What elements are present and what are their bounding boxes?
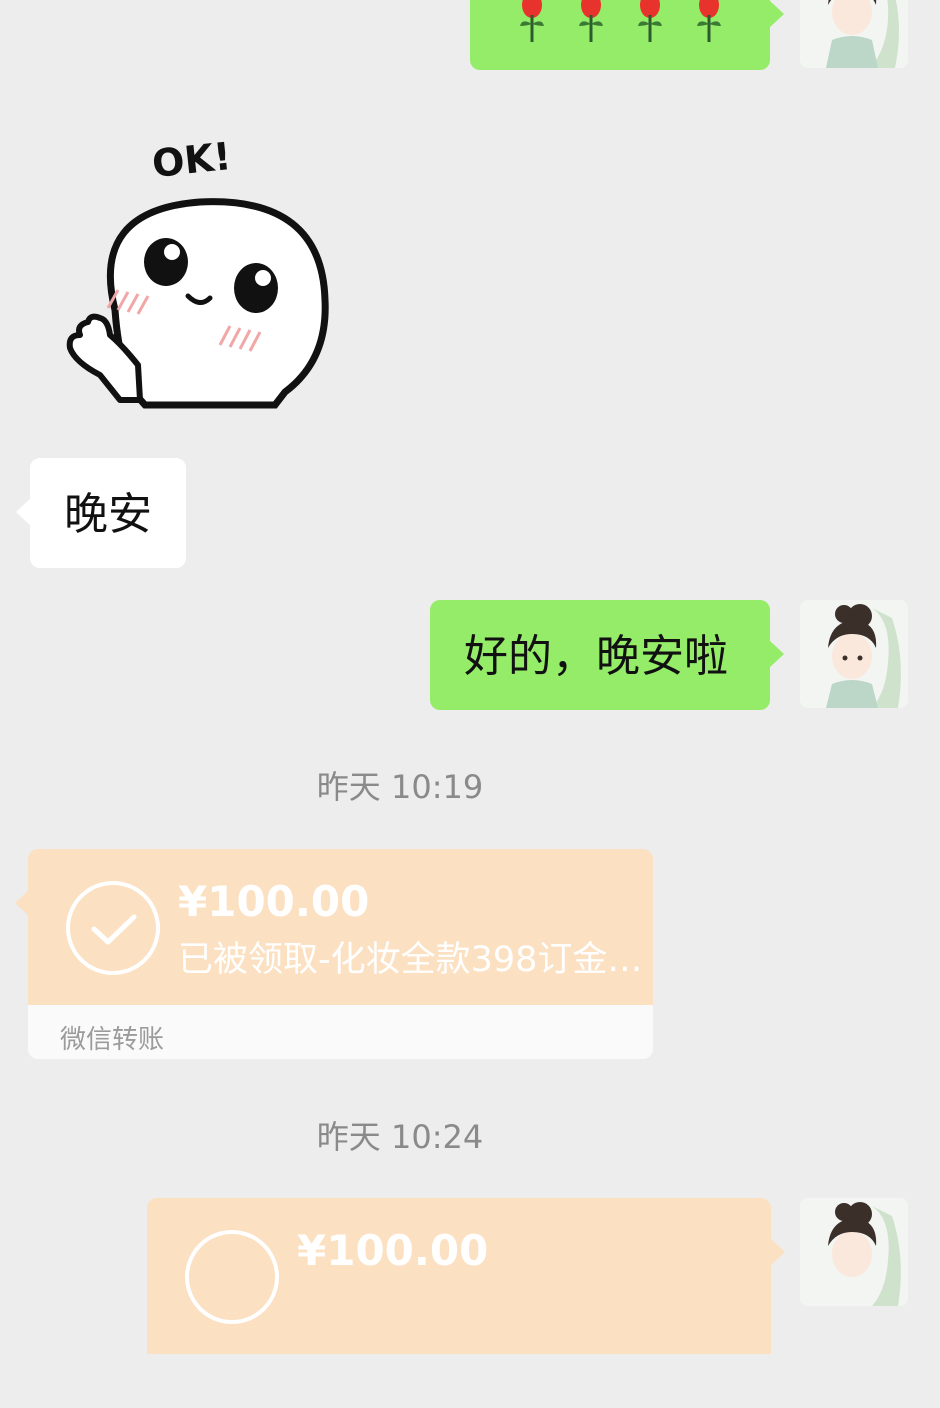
transfer-amount: ¥100.00 xyxy=(297,1226,489,1275)
transfer-card-body: ¥100.00 已被领取-化妆全款398订金… xyxy=(28,849,653,1005)
rose-icon xyxy=(638,0,662,42)
transfer-card-body: ¥100.00 xyxy=(147,1198,771,1354)
message-text: 好的，晚安啦 xyxy=(464,631,728,682)
transfer-amount: ¥100.00 xyxy=(178,877,370,926)
bubble-tail xyxy=(770,1238,785,1266)
message-bubble-sent[interactable]: 好的，晚安啦 xyxy=(430,600,784,710)
message-bubble-sent-roses[interactable] xyxy=(470,0,784,70)
check-circle-icon xyxy=(185,1230,279,1324)
transfer-card-footer: 微信转账 xyxy=(28,1005,653,1059)
avatar-illustration xyxy=(800,0,908,68)
transfer-card-sent[interactable]: ¥100.00 xyxy=(147,1198,771,1408)
rose-icon xyxy=(520,0,544,42)
avatar-illustration xyxy=(800,600,908,708)
rose-icon xyxy=(697,0,721,42)
message-text: 晚安 xyxy=(64,489,152,540)
avatar-self[interactable] xyxy=(800,1198,908,1306)
rose-emoji-row xyxy=(520,0,721,42)
timestamp: 昨天 10:24 xyxy=(316,1118,484,1156)
sticker-ok[interactable]: OK! xyxy=(60,130,340,410)
message-bubble-received[interactable]: 晚安 xyxy=(16,458,186,568)
avatar-self[interactable] xyxy=(800,0,908,68)
transfer-footer-label: 微信转账 xyxy=(60,1025,165,1055)
avatar-illustration xyxy=(800,1198,908,1306)
rose-icon xyxy=(579,0,603,42)
transfer-description: 已被领取-化妆全款398订金… xyxy=(178,940,643,980)
check-circle-icon xyxy=(66,881,160,975)
transfer-card-received[interactable]: ¥100.00 已被领取-化妆全款398订金… 微信转账 xyxy=(28,849,653,1059)
sticker-character-icon xyxy=(66,198,329,409)
timestamp: 昨天 10:19 xyxy=(316,768,484,806)
avatar-self[interactable] xyxy=(800,600,908,708)
